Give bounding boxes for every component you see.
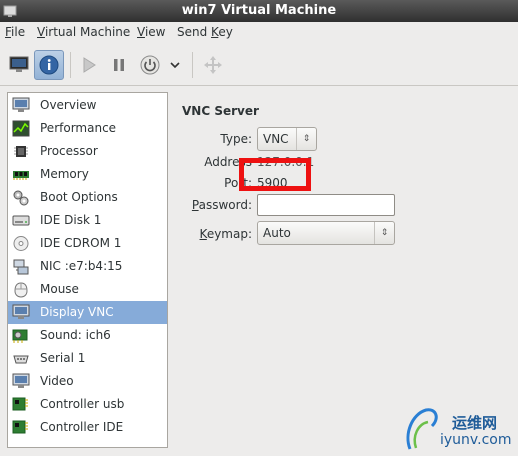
app-menu-icon[interactable] bbox=[2, 3, 18, 19]
sidebar-item-video[interactable]: Video bbox=[8, 370, 167, 393]
watermark-url-text: iyunv.com bbox=[440, 432, 512, 448]
menu-send-key[interactable]: Send Key bbox=[177, 25, 233, 39]
run-button[interactable] bbox=[74, 50, 104, 80]
sidebar-item-label: Performance bbox=[40, 121, 117, 135]
details-button[interactable] bbox=[34, 50, 64, 80]
sidebar-item-label: Mouse bbox=[40, 282, 79, 296]
controller-board-icon bbox=[12, 420, 28, 434]
menu-file[interactable]: File bbox=[5, 25, 25, 39]
pause-icon bbox=[114, 59, 124, 71]
video-monitor-icon bbox=[12, 373, 30, 388]
gears-icon bbox=[13, 190, 29, 206]
sidebar-item-nic[interactable]: NIC :e7:b4:15 bbox=[8, 255, 167, 278]
sidebar-item-label: Serial 1 bbox=[40, 351, 86, 365]
password-label: Password: bbox=[191, 198, 252, 212]
window-titlebar: win7 Virtual Machine bbox=[0, 0, 518, 22]
sidebar-item-label: Boot Options bbox=[40, 190, 118, 204]
sidebar-item-label: IDE CDROM 1 bbox=[40, 236, 122, 250]
sidebar-item-label: Processor bbox=[40, 144, 98, 158]
sidebar-item-ide-disk-1[interactable]: IDE Disk 1 bbox=[8, 209, 167, 232]
dropdown-chevron-icon bbox=[170, 62, 180, 69]
updown-arrows-icon: ⇕ bbox=[374, 222, 394, 244]
watermark-logo: 运维网 iyunv.com bbox=[400, 402, 518, 456]
performance-graph-icon bbox=[12, 120, 30, 137]
fullscreen-move-icon bbox=[204, 56, 222, 74]
sidebar-item-label: Display VNC bbox=[40, 305, 114, 319]
run-play-icon bbox=[83, 57, 96, 73]
menu-virtual-machine[interactable]: Virtual Machine bbox=[37, 25, 130, 39]
hard-disk-icon bbox=[12, 215, 30, 226]
section-title: VNC Server bbox=[182, 104, 259, 118]
menubar: File Virtual Machine View Send Key bbox=[0, 22, 518, 44]
sidebar-item-label: Controller usb bbox=[40, 397, 125, 411]
vnc-details-panel: VNC Server Type: VNC ⇕ Address 127.0.0.1… bbox=[172, 92, 518, 448]
fullscreen-button[interactable] bbox=[198, 50, 228, 80]
menu-view[interactable]: View bbox=[137, 25, 165, 39]
network-card-icon bbox=[13, 259, 29, 275]
sidebar-item-memory[interactable]: Memory bbox=[8, 163, 167, 186]
cdrom-icon bbox=[13, 236, 29, 251]
sidebar-item-ide-cdrom-1[interactable]: IDE CDROM 1 bbox=[8, 232, 167, 255]
sidebar-item-label: Overview bbox=[40, 98, 97, 112]
console-button[interactable] bbox=[4, 50, 34, 80]
sidebar-item-controller-usb[interactable]: Controller usb bbox=[8, 393, 167, 416]
controller-board-icon bbox=[12, 397, 28, 411]
type-label: Type: bbox=[220, 132, 252, 146]
console-icon bbox=[9, 56, 29, 72]
shutdown-menu-button[interactable] bbox=[163, 50, 187, 80]
shutdown-button[interactable] bbox=[135, 50, 165, 80]
sidebar-item-mouse[interactable]: Mouse bbox=[8, 278, 167, 301]
sidebar-item-label: Memory bbox=[40, 167, 89, 181]
window-title: win7 Virtual Machine bbox=[181, 3, 337, 18]
toolbar bbox=[0, 44, 518, 86]
sidebar-item-serial-1[interactable]: Serial 1 bbox=[8, 347, 167, 370]
sidebar-item-sound[interactable]: Sound: ich6 bbox=[8, 324, 167, 347]
sidebar-item-label: NIC :e7:b4:15 bbox=[40, 259, 123, 273]
sidebar-item-label: Sound: ich6 bbox=[40, 328, 111, 342]
sidebar-item-label: Controller IDE bbox=[40, 420, 124, 434]
updown-arrows-icon: ⇕ bbox=[296, 128, 316, 150]
sidebar-item-processor[interactable]: Processor bbox=[8, 140, 167, 163]
sidebar-item-performance[interactable]: Performance bbox=[8, 117, 167, 140]
sidebar-item-boot-options[interactable]: Boot Options bbox=[8, 186, 167, 209]
sidebar-item-label: Video bbox=[40, 374, 74, 388]
port-highlight-annotation bbox=[239, 158, 311, 191]
display-monitor-icon bbox=[12, 304, 30, 319]
sidebar-item-label: IDE Disk 1 bbox=[40, 213, 102, 227]
serial-port-icon bbox=[13, 355, 29, 364]
hardware-list: Overview Performance Processor Memory Bo… bbox=[7, 92, 168, 448]
watermark-swirl-icon bbox=[406, 408, 438, 450]
power-shutdown-icon bbox=[140, 55, 160, 75]
type-select[interactable]: VNC ⇕ bbox=[257, 127, 317, 151]
monitor-icon bbox=[12, 97, 30, 112]
keymap-value: Auto bbox=[263, 226, 291, 240]
sidebar-item-controller-ide[interactable]: Controller IDE bbox=[8, 416, 167, 439]
mouse-icon bbox=[14, 282, 28, 298]
sidebar-item-display-vnc[interactable]: Display VNC bbox=[8, 301, 167, 324]
cpu-chip-icon bbox=[14, 146, 28, 157]
ram-module-icon bbox=[13, 171, 29, 180]
watermark-cn-text: 运维网 bbox=[452, 414, 498, 432]
pause-button[interactable] bbox=[104, 50, 134, 80]
keymap-label: Keymap: bbox=[199, 227, 252, 241]
password-field[interactable] bbox=[257, 194, 395, 216]
sound-card-icon bbox=[12, 329, 28, 343]
type-value: VNC bbox=[263, 132, 289, 146]
sidebar-item-overview[interactable]: Overview bbox=[8, 94, 167, 117]
keymap-select[interactable]: Auto ⇕ bbox=[257, 221, 395, 245]
details-info-icon bbox=[39, 55, 59, 75]
